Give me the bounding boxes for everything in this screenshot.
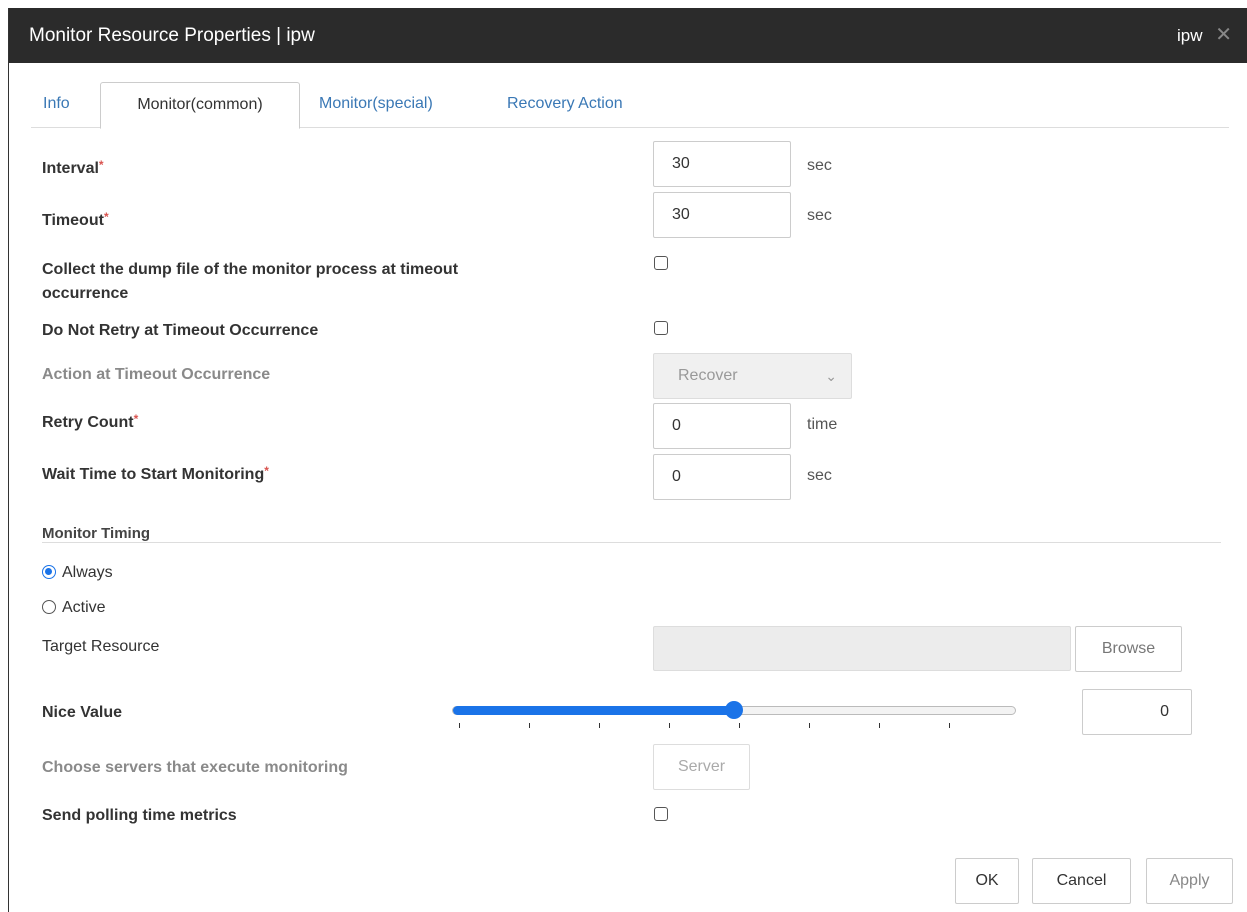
collect-dump-checkbox[interactable] [654, 256, 668, 270]
radio-active[interactable]: Active [42, 599, 106, 617]
wait-time-unit: sec [807, 467, 832, 484]
section-divider [42, 542, 1221, 543]
wait-time-input[interactable]: 0 [653, 454, 791, 500]
retry-count-label: Retry Count* [42, 412, 139, 432]
slider-tick [809, 723, 810, 728]
tab-monitor-special[interactable]: Monitor(special) [319, 82, 433, 128]
timeout-label-text: Timeout [42, 212, 104, 229]
action-timeout-label: Action at Timeout Occurrence [42, 366, 271, 383]
timeout-unit: sec [807, 207, 832, 224]
nice-slider-fill [453, 706, 735, 715]
dialog: Monitor Resource Properties | ipw ipw ✕ … [8, 8, 1247, 912]
radio-always[interactable]: Always [42, 564, 113, 582]
target-resource-label: Target Resource [42, 638, 160, 655]
radio-always-label: Always [62, 564, 113, 581]
polling-metrics-label: Send polling time metrics [42, 807, 237, 824]
retry-count-label-text: Retry Count [42, 414, 134, 431]
radio-active-label: Active [62, 599, 106, 616]
no-retry-checkbox[interactable] [654, 321, 668, 335]
cancel-button[interactable]: Cancel [1032, 858, 1131, 904]
collect-dump-label-line2: occurrence [42, 285, 129, 302]
target-resource-field [653, 626, 1071, 671]
browse-button[interactable]: Browse [1075, 626, 1182, 672]
tab-info[interactable]: Info [43, 82, 70, 128]
slider-tick [459, 723, 460, 728]
required-mark: * [98, 158, 104, 172]
choose-servers-label: Choose servers that execute monitoring [42, 759, 348, 776]
tab-monitor-common[interactable]: Monitor(common) [100, 82, 300, 129]
server-button[interactable]: Server [653, 744, 750, 790]
action-timeout-value: Recover [678, 367, 738, 384]
slider-tick [529, 723, 530, 728]
nice-value-input[interactable]: 0 [1082, 689, 1192, 735]
ok-button[interactable]: OK [955, 858, 1019, 904]
slider-tick [879, 723, 880, 728]
title-bar: Monitor Resource Properties | ipw ipw ✕ [9, 8, 1247, 63]
wait-time-label-text: Wait Time to Start Monitoring [42, 466, 265, 483]
timeout-input[interactable]: 30 [653, 192, 791, 238]
retry-count-unit: time [807, 416, 838, 433]
action-timeout-select[interactable]: Recover ⌄ [653, 353, 852, 399]
retry-count-input[interactable]: 0 [653, 403, 791, 449]
wait-time-label: Wait Time to Start Monitoring* [42, 464, 269, 484]
collect-dump-label: Collect the dump file of the monitor pro… [42, 258, 458, 306]
title-right-label: ipw [1176, 26, 1203, 45]
polling-metrics-checkbox[interactable] [654, 807, 668, 821]
required-mark: * [103, 210, 109, 224]
interval-input[interactable]: 30 [653, 141, 791, 187]
timeout-label: Timeout* [42, 210, 109, 230]
monitor-timing-title: Monitor Timing [42, 525, 151, 542]
title-right: ipw ✕ [1177, 8, 1232, 63]
window-title: Monitor Resource Properties | ipw [29, 25, 315, 46]
radio-unselected-icon[interactable] [42, 600, 56, 614]
nice-slider-thumb[interactable] [725, 701, 743, 719]
required-mark: * [264, 464, 269, 478]
chevron-down-icon: ⌄ [825, 368, 837, 384]
required-mark: * [133, 412, 139, 426]
nice-value-label: Nice Value [42, 704, 123, 721]
tab-recovery-action[interactable]: Recovery Action [507, 82, 623, 128]
close-icon[interactable]: ✕ [1215, 8, 1232, 63]
apply-button[interactable]: Apply [1146, 858, 1233, 904]
tab-bar: Info Monitor(common) Monitor(special) Re… [31, 82, 1229, 129]
no-retry-label: Do Not Retry at Timeout Occurrence [42, 322, 319, 339]
slider-tick [599, 723, 600, 728]
interval-label: Interval* [42, 158, 104, 178]
collect-dump-label-line1: Collect the dump file of the monitor pro… [42, 261, 459, 278]
interval-unit: sec [807, 157, 832, 174]
slider-tick [669, 723, 670, 728]
radio-selected-icon[interactable] [42, 565, 56, 579]
slider-tick [949, 723, 950, 728]
slider-tick [739, 723, 740, 728]
interval-label-text: Interval [42, 160, 99, 177]
